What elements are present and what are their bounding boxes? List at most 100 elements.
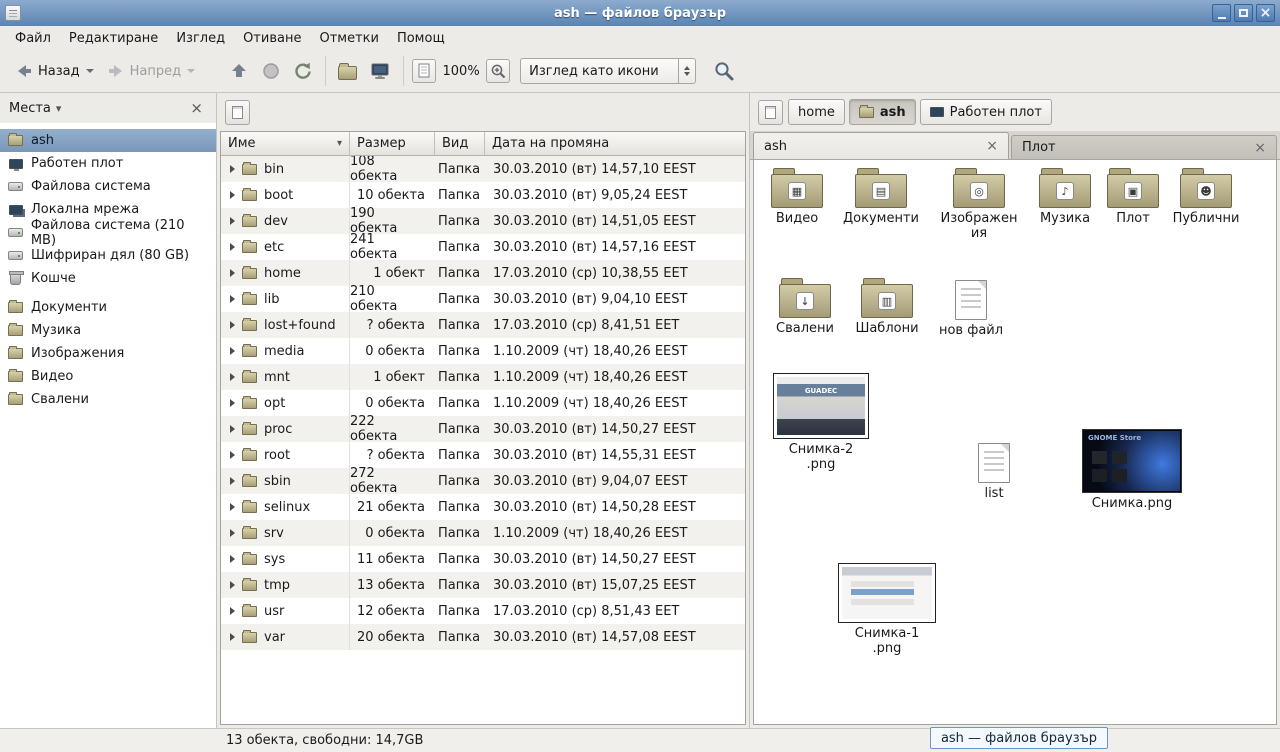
titlebar[interactable]: ash — файлов браузър × — [0, 0, 1280, 26]
tree-row-sbin[interactable]: sbin 272 обекта Папка 30.03.2010 (вт) 9,… — [221, 468, 745, 494]
sidebar-close-button[interactable]: × — [186, 100, 207, 117]
minimize-button[interactable] — [1212, 4, 1231, 22]
item-downloads[interactable]: ↓ Свалени — [765, 278, 845, 337]
location-toggle-button[interactable] — [225, 100, 250, 125]
expander-icon[interactable] — [230, 425, 235, 433]
back-button[interactable]: Назад — [8, 57, 100, 85]
view-mode-select[interactable]: Изглед като икони — [520, 58, 696, 84]
expander-icon[interactable] — [230, 347, 235, 355]
item-desktop[interactable]: ▣ Плот — [1093, 168, 1173, 227]
tree-row-srv[interactable]: srv 0 обекта Папка 1.10.2009 (чт) 18,40,… — [221, 520, 745, 546]
tree-row-boot[interactable]: boot 10 обекта Папка 30.03.2010 (вт) 9,0… — [221, 182, 745, 208]
expander-icon[interactable] — [230, 607, 235, 615]
expander-icon[interactable] — [230, 295, 235, 303]
item-snimka2[interactable]: GUADEC Снимка-2.png — [769, 373, 873, 473]
home-folder-button[interactable] — [332, 59, 363, 84]
menu-edit[interactable]: Редактиране — [60, 28, 167, 49]
path-button-home[interactable]: home — [788, 99, 845, 125]
sidebar-title[interactable]: Места — [9, 101, 51, 116]
item-list[interactable]: list — [954, 441, 1034, 502]
maximize-button[interactable] — [1234, 4, 1253, 22]
sidebar-item-music[interactable]: Музика — [0, 319, 216, 342]
tree-row-dev[interactable]: dev 190 обекта Папка 30.03.2010 (вт) 14,… — [221, 208, 745, 234]
tree-row-mnt[interactable]: mnt 1 обект Папка 1.10.2009 (чт) 18,40,2… — [221, 364, 745, 390]
tree-row-var[interactable]: var 20 обекта Папка 30.03.2010 (вт) 14,5… — [221, 624, 745, 650]
expander-icon[interactable] — [230, 217, 235, 225]
sidebar-item-downloads[interactable]: Свалени — [0, 388, 216, 411]
column-header-name[interactable]: Име ▾ — [221, 132, 350, 156]
tree-row-proc[interactable]: proc 222 обекта Папка 30.03.2010 (вт) 14… — [221, 416, 745, 442]
expander-icon[interactable] — [230, 165, 235, 173]
expander-icon[interactable] — [230, 633, 235, 641]
sidebar-item-encrypted-80gb[interactable]: Шифриран дял (80 GB) — [0, 244, 216, 267]
stop-button[interactable] — [255, 57, 287, 85]
close-button[interactable]: × — [1256, 4, 1275, 22]
tree-row-home[interactable]: home 1 обект Папка 17.03.2010 (ср) 10,38… — [221, 260, 745, 286]
tab-ash[interactable]: ash × — [753, 132, 1009, 159]
search-button[interactable] — [710, 57, 738, 85]
expander-icon[interactable] — [230, 191, 235, 199]
expander-icon[interactable] — [230, 269, 235, 277]
forward-button[interactable]: Напред — [100, 57, 201, 85]
sidebar-item-desktop[interactable]: Работен плот — [0, 152, 216, 175]
sidebar-item-ash[interactable]: ash — [0, 129, 216, 152]
sidebar-item-filesystem[interactable]: Файлова система — [0, 175, 216, 198]
icon-canvas[interactable]: ▦ Видео ▤ Документи ◎ Изображения ♪ — [753, 160, 1277, 725]
expander-icon[interactable] — [230, 555, 235, 563]
item-snimka1[interactable]: Снимка-1.png — [835, 563, 939, 657]
item-video[interactable]: ▦ Видео — [757, 168, 837, 227]
path-button-ash[interactable]: ash — [849, 99, 916, 125]
tree-row-lib[interactable]: lib 210 обекта Папка 30.03.2010 (вт) 9,0… — [221, 286, 745, 312]
location-toggle-button[interactable] — [758, 100, 783, 125]
reload-button[interactable] — [287, 57, 319, 85]
column-header-type[interactable]: Вид ▾ — [435, 132, 485, 156]
menu-go[interactable]: Отиване — [234, 28, 310, 49]
expander-icon[interactable] — [230, 477, 235, 485]
chevron-down-icon — [86, 69, 94, 73]
expander-icon[interactable] — [230, 451, 235, 459]
tree-row-sys[interactable]: sys 11 обекта Папка 30.03.2010 (вт) 14,5… — [221, 546, 745, 572]
expander-icon[interactable] — [230, 243, 235, 251]
up-button[interactable] — [223, 57, 255, 85]
item-new-file[interactable]: нов файл — [931, 278, 1011, 339]
item-public[interactable]: ☻ Публични — [1166, 168, 1246, 227]
tree-row-etc[interactable]: etc 241 обекта Папка 30.03.2010 (вт) 14,… — [221, 234, 745, 260]
tree-row-bin[interactable]: bin 108 обекта Папка 30.03.2010 (вт) 14,… — [221, 156, 745, 182]
item-snimka[interactable]: GNOME Store Снимка.png — [1080, 429, 1184, 512]
zoom-in-button[interactable] — [486, 59, 510, 83]
computer-button[interactable] — [363, 57, 397, 85]
sidebar-item-documents[interactable]: Документи — [0, 296, 216, 319]
item-images[interactable]: ◎ Изображения — [939, 168, 1019, 242]
expander-icon[interactable] — [230, 581, 235, 589]
tree-row-media[interactable]: media 0 обекта Папка 1.10.2009 (чт) 18,4… — [221, 338, 745, 364]
tab-close-button[interactable]: × — [1250, 140, 1270, 156]
expander-icon[interactable] — [230, 373, 235, 381]
expander-icon[interactable] — [230, 399, 235, 407]
path-button-desktop[interactable]: Работен плот — [920, 99, 1052, 125]
item-templates[interactable]: ▥ Шаблони — [847, 278, 927, 337]
sidebar-item-video[interactable]: Видео — [0, 365, 216, 388]
tree-row-usr[interactable]: usr 12 обекта Папка 17.03.2010 (ср) 8,51… — [221, 598, 745, 624]
tree-row-selinux[interactable]: selinux 21 обекта Папка 30.03.2010 (вт) … — [221, 494, 745, 520]
column-header-date[interactable]: Дата на промяна ▾ — [485, 132, 745, 156]
tree-row-lost+found[interactable]: lost+found ? обекта Папка 17.03.2010 (ср… — [221, 312, 745, 338]
menu-file[interactable]: Файл — [6, 28, 60, 49]
tab-close-button[interactable]: × — [982, 138, 1002, 154]
sidebar-item-filesystem-210mb[interactable]: Файлова система (210 MB) — [0, 221, 216, 244]
menu-view[interactable]: Изглед — [167, 28, 234, 49]
expander-icon[interactable] — [230, 503, 235, 511]
tree-row-opt[interactable]: opt 0 обекта Папка 1.10.2009 (чт) 18,40,… — [221, 390, 745, 416]
menu-help[interactable]: Помощ — [388, 28, 454, 49]
sidebar-item-pictures[interactable]: Изображения — [0, 342, 216, 365]
sidebar-item-trash[interactable]: Кошче — [0, 267, 216, 290]
tab-plot[interactable]: Плот × — [1011, 135, 1277, 159]
expander-icon[interactable] — [230, 321, 235, 329]
chevron-down-icon[interactable]: ▾ — [56, 102, 62, 115]
tree-row-tmp[interactable]: tmp 13 обекта Папка 30.03.2010 (вт) 15,0… — [221, 572, 745, 598]
item-documents[interactable]: ▤ Документи — [841, 168, 921, 227]
tree-row-root[interactable]: root ? обекта Папка 30.03.2010 (вт) 14,5… — [221, 442, 745, 468]
column-header-size[interactable]: Размер ▾ — [350, 132, 435, 156]
zoom-reset-button[interactable] — [412, 59, 436, 83]
menu-bookmarks[interactable]: Отметки — [310, 28, 387, 49]
expander-icon[interactable] — [230, 529, 235, 537]
